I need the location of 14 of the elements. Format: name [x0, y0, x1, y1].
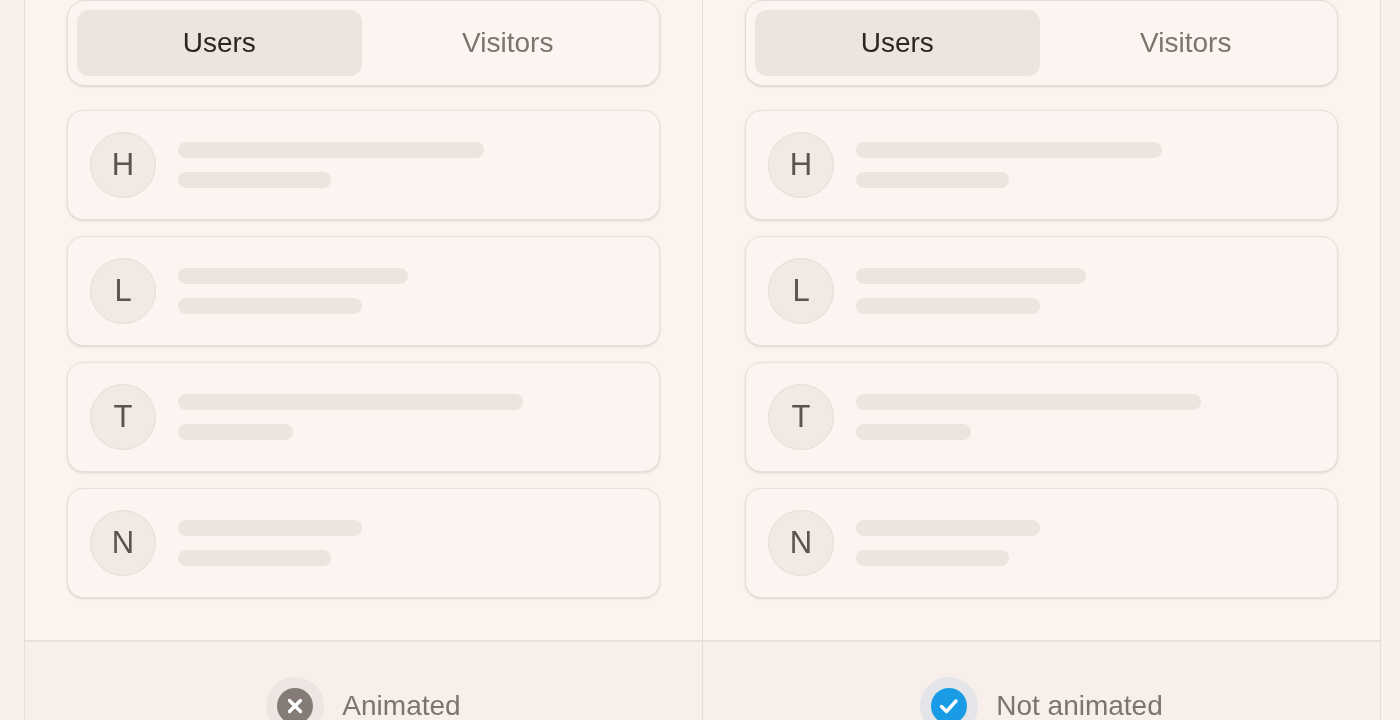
avatar-initial: N: [768, 510, 834, 576]
avatar-initial: N: [90, 510, 156, 576]
tab[interactable]: Users: [755, 10, 1040, 76]
tab[interactable]: Visitors: [1043, 10, 1328, 76]
status-label: Not animated: [996, 689, 1163, 720]
avatar-initial: H: [90, 132, 156, 198]
avatar-initial: T: [768, 384, 834, 450]
tab[interactable]: Visitors: [365, 10, 650, 76]
tab[interactable]: Users: [77, 10, 362, 76]
avatar-initial: T: [90, 384, 156, 450]
avatar-initial: L: [90, 258, 156, 324]
status-label: Animated: [342, 689, 461, 720]
avatar-initial: H: [768, 132, 834, 198]
avatar-initial: L: [768, 258, 834, 324]
